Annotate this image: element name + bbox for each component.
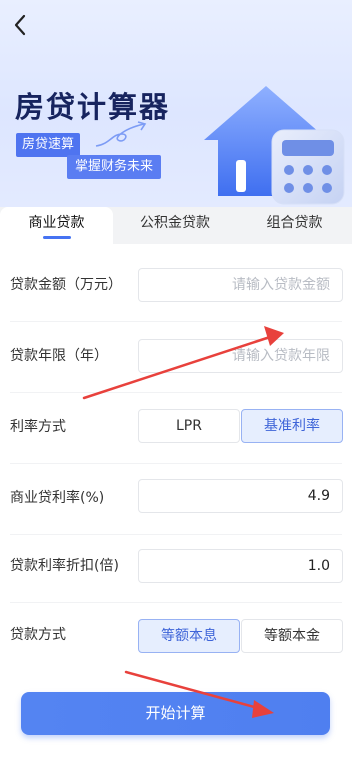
tab-active-indicator: [42, 236, 71, 239]
tab-commercial-loan[interactable]: 商业贷款: [0, 207, 113, 244]
tab-label: 公积金贷款: [140, 215, 210, 231]
row-loan-amount: 贷款金额（万元）: [0, 250, 352, 321]
rate-discount-label: 贷款利率折扣(倍): [10, 558, 119, 574]
hero-tag-finance: 掌握财务未来: [67, 155, 162, 179]
repay-equal-principal-option[interactable]: 等额本金: [241, 619, 343, 653]
tab-combined-loan[interactable]: 组合贷款: [237, 207, 352, 244]
loan-years-label: 贷款年限（年）: [10, 348, 108, 364]
hero-tag-speed: 房贷速算: [16, 133, 81, 157]
loan-type-tabs: 商业贷款 公积金贷款 组合贷款: [0, 207, 352, 244]
repay-equal-installment-option[interactable]: 等额本息: [138, 619, 240, 653]
start-calculation-button[interactable]: 开始计算: [21, 692, 330, 735]
swoosh-arrow-icon: [95, 121, 147, 147]
repayment-method-label: 贷款方式: [10, 627, 66, 643]
rate-mode-label: 利率方式: [10, 419, 66, 435]
row-commercial-rate: 商业贷利率(%): [0, 463, 352, 534]
loan-amount-label: 贷款金额（万元）: [10, 277, 122, 293]
rate-mode-benchmark-option[interactable]: 基准利率: [241, 409, 343, 443]
tab-provident-fund-loan[interactable]: 公积金贷款: [113, 207, 237, 244]
rate-mode-lpr-option[interactable]: LPR: [138, 409, 240, 443]
row-loan-years: 贷款年限（年）: [0, 321, 352, 392]
row-rate-discount: 贷款利率折扣(倍): [0, 531, 352, 602]
row-rate-mode: 利率方式 LPR 基准利率: [0, 392, 352, 463]
tab-label: 商业贷款: [28, 215, 85, 231]
back-arrow-icon[interactable]: [6, 10, 36, 40]
commercial-rate-label: 商业贷利率(%): [10, 490, 105, 506]
house-calculator-icon: [204, 86, 345, 205]
hero-banner: 房贷计算器 房贷速算 掌握财务未来: [0, 0, 352, 207]
loan-years-input[interactable]: [138, 339, 343, 373]
tab-label: 组合贷款: [266, 215, 323, 231]
row-repayment-method: 贷款方式 等额本息 等额本金: [0, 600, 352, 671]
loan-amount-input[interactable]: [138, 268, 343, 302]
commercial-rate-input[interactable]: [138, 479, 343, 513]
rate-discount-input[interactable]: [138, 549, 343, 583]
